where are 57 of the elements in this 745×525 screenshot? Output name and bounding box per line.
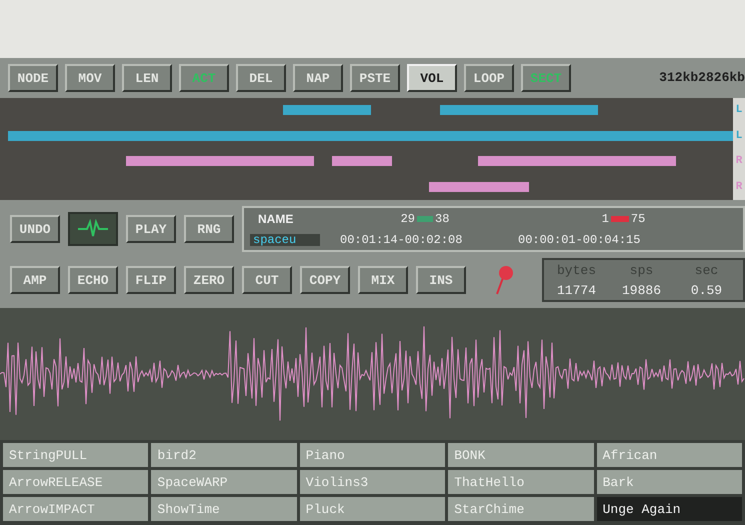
name-field[interactable]: spaceu <box>250 234 320 246</box>
sample-item[interactable]: SpaceWARP <box>151 470 297 494</box>
sample-item[interactable]: Unge Again <box>596 497 742 521</box>
sample-item[interactable]: ThatHello <box>448 470 594 494</box>
sample-item[interactable]: Bark <box>596 470 742 494</box>
sample-item[interactable]: ArrowIMPACT <box>3 497 148 521</box>
tool-button[interactable]: UNDO <box>10 215 60 243</box>
sample-item[interactable]: BONK <box>448 443 594 467</box>
pin-icon <box>494 265 514 295</box>
sample-item[interactable]: ArrowRELEASE <box>3 470 148 494</box>
range-bar-icon <box>610 216 629 222</box>
sample-item[interactable]: StringPULL <box>3 443 148 467</box>
waveform-toggle-button[interactable] <box>68 212 118 246</box>
range-start: 29 <box>400 212 415 224</box>
tool-button[interactable]: CUT <box>242 266 292 294</box>
range-start: 1 <box>602 212 609 224</box>
channel-label: L <box>736 105 742 116</box>
sample-item[interactable]: ShowTime <box>151 497 297 521</box>
channel-label: L <box>736 130 742 142</box>
tool-button[interactable]: NAP <box>293 64 343 92</box>
tool-button[interactable]: MOV <box>65 64 115 92</box>
sample-item[interactable]: Violins3 <box>300 470 446 494</box>
tool-button[interactable]: ECHO <box>68 266 118 294</box>
tool-button[interactable]: ACT <box>179 64 229 92</box>
tool-button[interactable]: VOL <box>407 64 457 92</box>
stats-value: 11774 <box>556 284 597 296</box>
range-end: 75 <box>630 212 646 224</box>
stats-value: 19886 <box>620 284 662 296</box>
channel-label: R <box>736 156 742 168</box>
sample-item[interactable]: bird2 <box>151 443 297 467</box>
range-bar-icon <box>417 216 433 222</box>
tool-button[interactable]: LOOP <box>464 64 514 92</box>
tool-button[interactable]: AMP <box>10 266 60 294</box>
time-range: 00:01:14-00:02:08 <box>340 234 464 246</box>
sample-item[interactable]: African <box>596 443 742 467</box>
tool-button[interactable]: COPY <box>300 266 350 294</box>
tool-button[interactable]: MIX <box>358 266 408 294</box>
memory-readout: 312kb2826kb <box>659 69 745 88</box>
tool-button[interactable]: PSTE <box>350 64 400 92</box>
stats-value: 0.59 <box>690 284 724 296</box>
sample-item[interactable]: Pluck <box>300 497 446 521</box>
tool-button[interactable]: PLAY <box>126 215 176 243</box>
tool-button[interactable]: DEL <box>236 64 286 92</box>
sample-item[interactable]: StarChime <box>448 497 594 521</box>
name-label: NAME <box>257 212 294 224</box>
pulse-icon <box>78 219 108 239</box>
tool-button[interactable]: LEN <box>122 64 172 92</box>
channel-label: R <box>736 182 742 193</box>
tool-button[interactable]: RNG <box>184 215 234 243</box>
tool-button[interactable]: SECT <box>521 64 571 92</box>
range-end: 38 <box>435 212 450 224</box>
tool-button[interactable]: ZERO <box>184 266 234 294</box>
tool-button[interactable]: NODE <box>8 64 58 92</box>
tool-button[interactable]: INS <box>416 266 466 294</box>
time-range: 00:00:01-00:04:15 <box>517 234 642 246</box>
tool-button[interactable]: FLIP <box>126 266 176 294</box>
sample-item[interactable]: Piano <box>300 443 446 467</box>
